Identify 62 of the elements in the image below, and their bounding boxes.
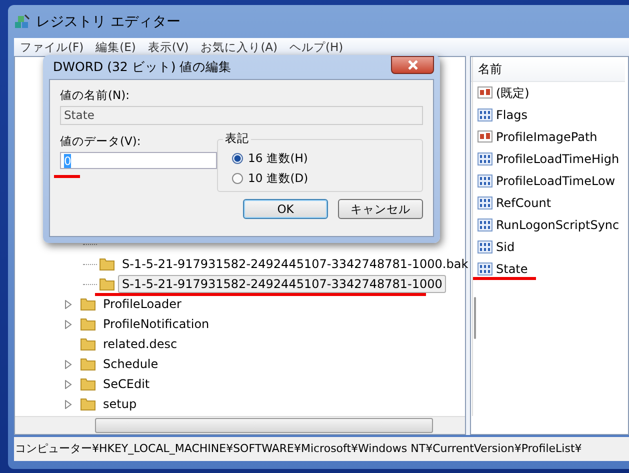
value-name[interactable]: RunLogonScriptSync	[496, 218, 620, 232]
menu-item[interactable]: ヘルプ(H)	[290, 40, 344, 54]
tree-item[interactable]: related.desc	[99, 335, 182, 353]
tree-item[interactable]: setup	[99, 395, 141, 413]
value-name-field: State	[60, 106, 423, 125]
binary-value-icon	[477, 151, 493, 167]
radio-button[interactable]	[232, 153, 243, 164]
value-name[interactable]: ProfileLoadTimeHigh	[496, 152, 620, 166]
binary-value-icon	[477, 239, 493, 255]
tree-item[interactable]: S-1-5-21-917931582-2492445107-3342748781-1000.bak	[118, 255, 472, 273]
menu-item[interactable]: お気に入り(A)	[200, 40, 278, 54]
expand-triangle-icon[interactable]	[65, 400, 72, 408]
radio-label[interactable]: 16 進数(H)	[248, 151, 308, 166]
dialog-title: DWORD (32 ビット) 値の編集	[52, 58, 232, 76]
folder-icon	[80, 316, 96, 332]
value-name[interactable]: (既定)	[496, 84, 530, 102]
binary-value-icon	[477, 217, 493, 233]
ok-button[interactable]: OK	[243, 199, 328, 219]
expand-triangle-icon[interactable]	[65, 300, 72, 308]
close-button[interactable]	[391, 56, 434, 74]
menu-item[interactable]: 編集(E)	[96, 40, 136, 54]
value-name[interactable]: Sid	[496, 240, 515, 254]
radio-label[interactable]: 10 進数(D)	[248, 171, 308, 186]
tree-item[interactable]: ProfileNotification	[99, 315, 214, 333]
tree-item[interactable]: SeCEdit	[99, 375, 154, 393]
value-name[interactable]: Flags	[496, 108, 528, 122]
group-label: 表記	[223, 131, 251, 146]
folder-icon	[80, 376, 96, 392]
menu-item[interactable]: ファイル(F)	[20, 40, 84, 54]
value-name[interactable]: ProfileImagePath	[496, 130, 598, 144]
folder-icon	[99, 256, 115, 272]
field-label: 値の名前(N):	[60, 88, 130, 103]
value-name[interactable]: RefCount	[496, 196, 552, 210]
field-label: 値のデータ(V):	[60, 134, 142, 149]
column-header[interactable]: 名前	[478, 62, 502, 76]
folder-icon	[80, 336, 96, 352]
binary-value-icon	[477, 107, 493, 123]
expand-triangle-icon[interactable]	[65, 360, 72, 368]
tree-item[interactable]: S-1-5-21-917931582-2492445107-3342748781-1000	[118, 275, 446, 293]
cancel-button[interactable]: キャンセル	[338, 199, 423, 219]
close-icon	[406, 60, 418, 70]
binary-value-icon	[477, 195, 493, 211]
expand-triangle-icon[interactable]	[65, 380, 72, 388]
value-name[interactable]: State	[496, 262, 528, 276]
folder-icon	[80, 396, 96, 412]
radio-button[interactable]	[232, 173, 243, 184]
tree-item[interactable]: ProfileLoader	[99, 295, 186, 313]
vertical-scrollbar[interactable]	[472, 57, 474, 416]
status-bar: コンピューター¥HKEY_LOCAL_MACHINE¥SOFTWARE¥Microsoft¥Windows NT¥CurrentVersion¥ProfileList¥	[14, 437, 629, 461]
value-name[interactable]: ProfileLoadTimeLow	[496, 174, 616, 188]
string-value-icon	[477, 85, 493, 101]
registry-cubes-icon	[14, 14, 30, 30]
menu-item[interactable]: 表示(V)	[148, 40, 189, 54]
folder-icon	[80, 296, 96, 312]
horizontal-scrollbar[interactable]	[15, 416, 465, 434]
tree-item[interactable]: Schedule	[99, 355, 162, 373]
folder-icon	[80, 356, 96, 372]
window-title: レジストリ エディター	[36, 12, 180, 30]
expand-triangle-icon[interactable]	[65, 320, 72, 328]
binary-value-icon	[477, 261, 493, 277]
binary-value-icon	[477, 173, 493, 189]
string-value-icon	[477, 129, 493, 145]
